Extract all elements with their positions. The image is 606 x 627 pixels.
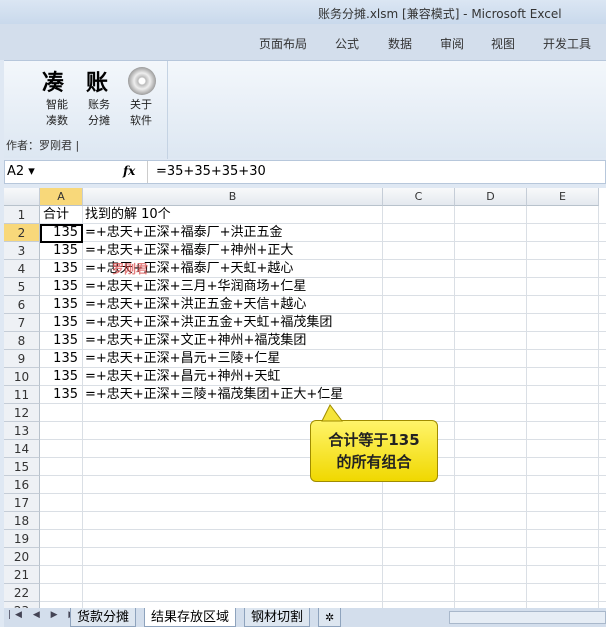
row-header[interactable]: 16: [4, 476, 40, 494]
smart-sum-button[interactable]: 智能 凑数: [42, 97, 72, 129]
select-all[interactable]: [4, 188, 40, 206]
row-header[interactable]: 5: [4, 278, 40, 296]
account-split-button[interactable]: 账务 分摊: [84, 97, 114, 129]
tab-data[interactable]: 数据: [388, 35, 412, 52]
gridline: [40, 565, 606, 566]
row-header[interactable]: 18: [4, 512, 40, 530]
ribbon: 凑 账 智能凑数 账务分摊 关于软件 作者：罗刚君 |: [4, 60, 606, 159]
gridline: [40, 583, 606, 584]
cell-b[interactable]: =+忠天+正深+昌元+三陵+仁星: [85, 350, 280, 368]
column-header[interactable]: B: [83, 188, 383, 206]
cell-b[interactable]: =+忠天+正深+福泰厂+洪正五金: [85, 224, 282, 242]
gridline: [40, 493, 606, 494]
author-label: 作者：罗刚君 |: [6, 139, 80, 152]
button-label: 凑数: [46, 114, 68, 127]
button-label: 智能: [46, 98, 68, 111]
spreadsheet-grid[interactable]: A B C D E 1 合计 找到的解 10个 2 135 =+忠天+正深+福泰厂+洪正五金 3 135…: [4, 188, 606, 608]
tab-view[interactable]: 视图: [491, 35, 515, 52]
row-header[interactable]: 14: [4, 440, 40, 458]
cell-b[interactable]: =+忠天+正深+三月+华润商场+仁星: [85, 278, 306, 296]
tab-page-layout[interactable]: 页面布局: [259, 35, 307, 52]
logo-text: 凑: [42, 70, 67, 96]
tab-developer[interactable]: 开发工具: [543, 35, 591, 52]
row-header[interactable]: 17: [4, 494, 40, 512]
cell-b[interactable]: =+忠天+正深+洪正五金+天信+越心: [85, 296, 306, 314]
name-box[interactable]: A2 ▾: [7, 164, 35, 179]
button-label: 关于: [130, 98, 152, 111]
cell-b[interactable]: =+忠天+正深+文正+神州+福茂集团: [85, 332, 306, 350]
row-header[interactable]: 7: [4, 314, 40, 332]
row-header[interactable]: 21: [4, 566, 40, 584]
cell-a[interactable]: 135: [40, 368, 80, 386]
about-button[interactable]: 关于 软件: [126, 97, 156, 129]
cell-a[interactable]: 135: [40, 260, 80, 278]
row-header[interactable]: 15: [4, 458, 40, 476]
button-label: 软件: [130, 114, 152, 127]
cell-b[interactable]: =+忠天+正深+昌元+神州+天虹: [85, 368, 280, 386]
cell-a[interactable]: 135: [40, 278, 80, 296]
horizontal-scrollbar[interactable]: [449, 611, 606, 624]
title-bar: 账务分摊.xlsm [兼容模式] - Microsoft Excel: [0, 0, 606, 24]
fx-icon[interactable]: fx: [123, 164, 135, 178]
callout-text: 的所有组合: [336, 453, 412, 471]
button-label: 账务: [88, 98, 110, 111]
gridline: [40, 529, 606, 530]
callout-annotation: 合计等于135 的所有组合: [310, 420, 438, 482]
cell-b[interactable]: 找到的解 10个: [85, 206, 171, 224]
row-header[interactable]: 9: [4, 350, 40, 368]
cell-a[interactable]: 135: [40, 386, 80, 404]
row-header[interactable]: 6: [4, 296, 40, 314]
row-header[interactable]: 20: [4, 548, 40, 566]
tab-review[interactable]: 审阅: [440, 35, 464, 52]
column-header[interactable]: C: [383, 188, 455, 206]
ribbon-tabs: 页面布局 公式 数据 审阅 视图 开发工具: [0, 24, 606, 60]
gridline: [40, 511, 606, 512]
gridline: [40, 547, 606, 548]
sheet-tab-bar: |◀ ◀ ▶ ▶| 货款分摊 结果存放区域 钢材切割 ✲: [4, 608, 606, 627]
insert-sheet-icon[interactable]: ✲: [318, 608, 342, 627]
cell-a[interactable]: 135: [40, 296, 80, 314]
row-header[interactable]: 10: [4, 368, 40, 386]
row-header[interactable]: 19: [4, 530, 40, 548]
cell-a[interactable]: 135: [40, 242, 80, 260]
cell-a[interactable]: 135: [40, 350, 80, 368]
formula-input[interactable]: =35+35+35+30: [147, 161, 266, 183]
row-header[interactable]: 1: [4, 206, 40, 224]
row-header[interactable]: 22: [4, 584, 40, 602]
column-header[interactable]: E: [527, 188, 599, 206]
callout-text: 合计等于135: [328, 431, 420, 449]
watermark: 罗刚君: [112, 262, 149, 276]
column-header[interactable]: A: [40, 188, 83, 206]
ribbon-group-addin: 凑 账 智能凑数 账务分摊 关于软件 作者：罗刚君 |: [4, 61, 168, 159]
column-header[interactable]: D: [455, 188, 527, 206]
active-cell-cursor: [40, 224, 83, 243]
row-header[interactable]: 3: [4, 242, 40, 260]
formula-bar: A2 ▾ fx =35+35+35+30: [4, 160, 606, 184]
sheet-tab[interactable]: 钢材切割: [244, 608, 311, 627]
row-header[interactable]: 2: [4, 224, 40, 242]
logo-text: 账: [86, 70, 111, 96]
sheet-tab[interactable]: 货款分摊: [70, 608, 137, 627]
row-header[interactable]: 4: [4, 260, 40, 278]
sheet-tab-active[interactable]: 结果存放区域: [144, 608, 237, 627]
cell-a[interactable]: 135: [40, 332, 80, 350]
cell-a[interactable]: 135: [40, 314, 80, 332]
cd-icon: [128, 67, 156, 95]
row-header[interactable]: 13: [4, 422, 40, 440]
cell-b[interactable]: =+忠天+正深+福泰厂+神州+正大: [85, 242, 293, 260]
cell-a[interactable]: 合计: [43, 206, 83, 224]
button-label: 分摊: [88, 114, 110, 127]
tab-formulas[interactable]: 公式: [335, 35, 359, 52]
gridline: [40, 601, 606, 602]
row-header[interactable]: 8: [4, 332, 40, 350]
row-header[interactable]: 11: [4, 386, 40, 404]
row-header[interactable]: 12: [4, 404, 40, 422]
cell-b[interactable]: =+忠天+正深+三陵+福茂集团+正大+仁星: [85, 386, 343, 404]
window-title: 账务分摊.xlsm [兼容模式] - Microsoft Excel: [318, 7, 562, 21]
cell-b[interactable]: =+忠天+正深+洪正五金+天虹+福茂集团: [85, 314, 332, 332]
